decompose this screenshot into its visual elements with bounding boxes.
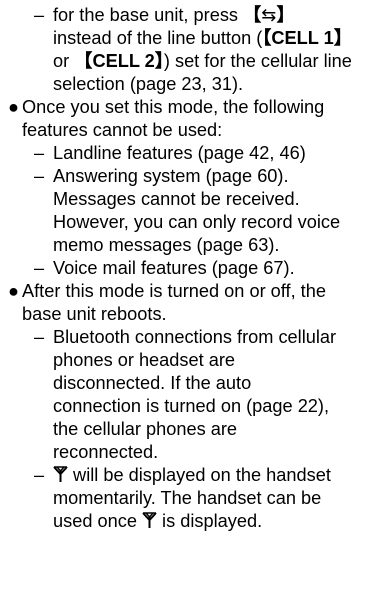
dash-marker: – — [34, 143, 45, 163]
dash-item-antenna-display: – will be displayed on the handset — [8, 464, 372, 487]
text-line: will be displayed on the handset — [68, 465, 331, 485]
text-line: features cannot be used: — [22, 120, 223, 140]
text-line: momentarily. The handset can be — [53, 488, 322, 508]
text-line: used once — [53, 511, 142, 531]
bullet-item-mode-set: ● Once you set this mode, the following — [8, 96, 372, 119]
text-line: the cellular phones are — [53, 419, 238, 439]
dash-marker: – — [34, 5, 45, 25]
text-line: reconnected. — [53, 442, 159, 462]
text-line: for the base unit, press — [53, 5, 244, 25]
dash-item-voice-mail: – Voice mail features (page 67). — [8, 257, 372, 280]
dash-marker: – — [34, 465, 45, 485]
cell2-bracket-right: 】 — [154, 51, 164, 71]
text-line: Bluetooth connections from cellular — [53, 327, 337, 347]
bullet-marker: ● — [8, 97, 19, 117]
dash-marker: – — [34, 258, 45, 278]
line-switch-icon: ⇆ — [261, 5, 277, 25]
dash-item-bluetooth: – Bluetooth connections from cellular — [8, 326, 372, 349]
text-line: connection is turned on (page 22), — [53, 396, 330, 416]
text-line: After this mode is turned on or off, the — [22, 281, 326, 301]
text-line: or — [53, 51, 75, 71]
antenna-icon — [53, 466, 68, 482]
text-line: Answering system (page 60). — [53, 166, 289, 186]
dash-item-answering-system: – Answering system (page 60). — [8, 165, 372, 188]
text-line: memo messages (page 63). — [53, 235, 280, 255]
text-line: selection (page 23, 31). — [53, 74, 244, 94]
text-line: phones or headset are — [53, 350, 236, 370]
dash-item-landline: – Landline features (page 42, 46) — [8, 142, 372, 165]
text-line: base unit reboots. — [22, 304, 167, 324]
dash-marker: – — [34, 166, 45, 186]
text-line: However, you can only record voice — [53, 212, 341, 232]
cell2-bracket-left: 【 — [74, 51, 93, 71]
text-line: is displayed. — [156, 511, 263, 531]
manual-page: – for the base unit, press 【⇆】 instead o… — [0, 0, 380, 597]
text-line: Messages cannot be received. — [53, 189, 300, 209]
text-line: instead of the line button ( — [53, 28, 263, 48]
cell1-label: CELL 1 — [271, 28, 334, 48]
text-line: disconnected. If the auto — [53, 373, 252, 393]
dash-item-base-unit: – for the base unit, press 【⇆】 — [8, 4, 372, 27]
dash-marker: – — [34, 327, 45, 347]
key-bracket-right: 】 — [276, 5, 295, 25]
bullet-marker: ● — [8, 281, 19, 301]
cell1-bracket-right: 】 — [333, 28, 352, 48]
text-line: Voice mail features (page 67). — [53, 258, 295, 278]
cell2-label: CELL 2 — [92, 51, 155, 71]
text-line: Landline features (page 42, 46) — [53, 143, 306, 163]
text-line: Once you set this mode, the following — [22, 97, 325, 117]
bullet-item-reboot: ● After this mode is turned on or off, t… — [8, 280, 372, 303]
text-line: ) set for the cellular line — [163, 51, 352, 71]
key-bracket-left: 【 — [243, 5, 262, 25]
antenna-icon — [142, 512, 157, 528]
